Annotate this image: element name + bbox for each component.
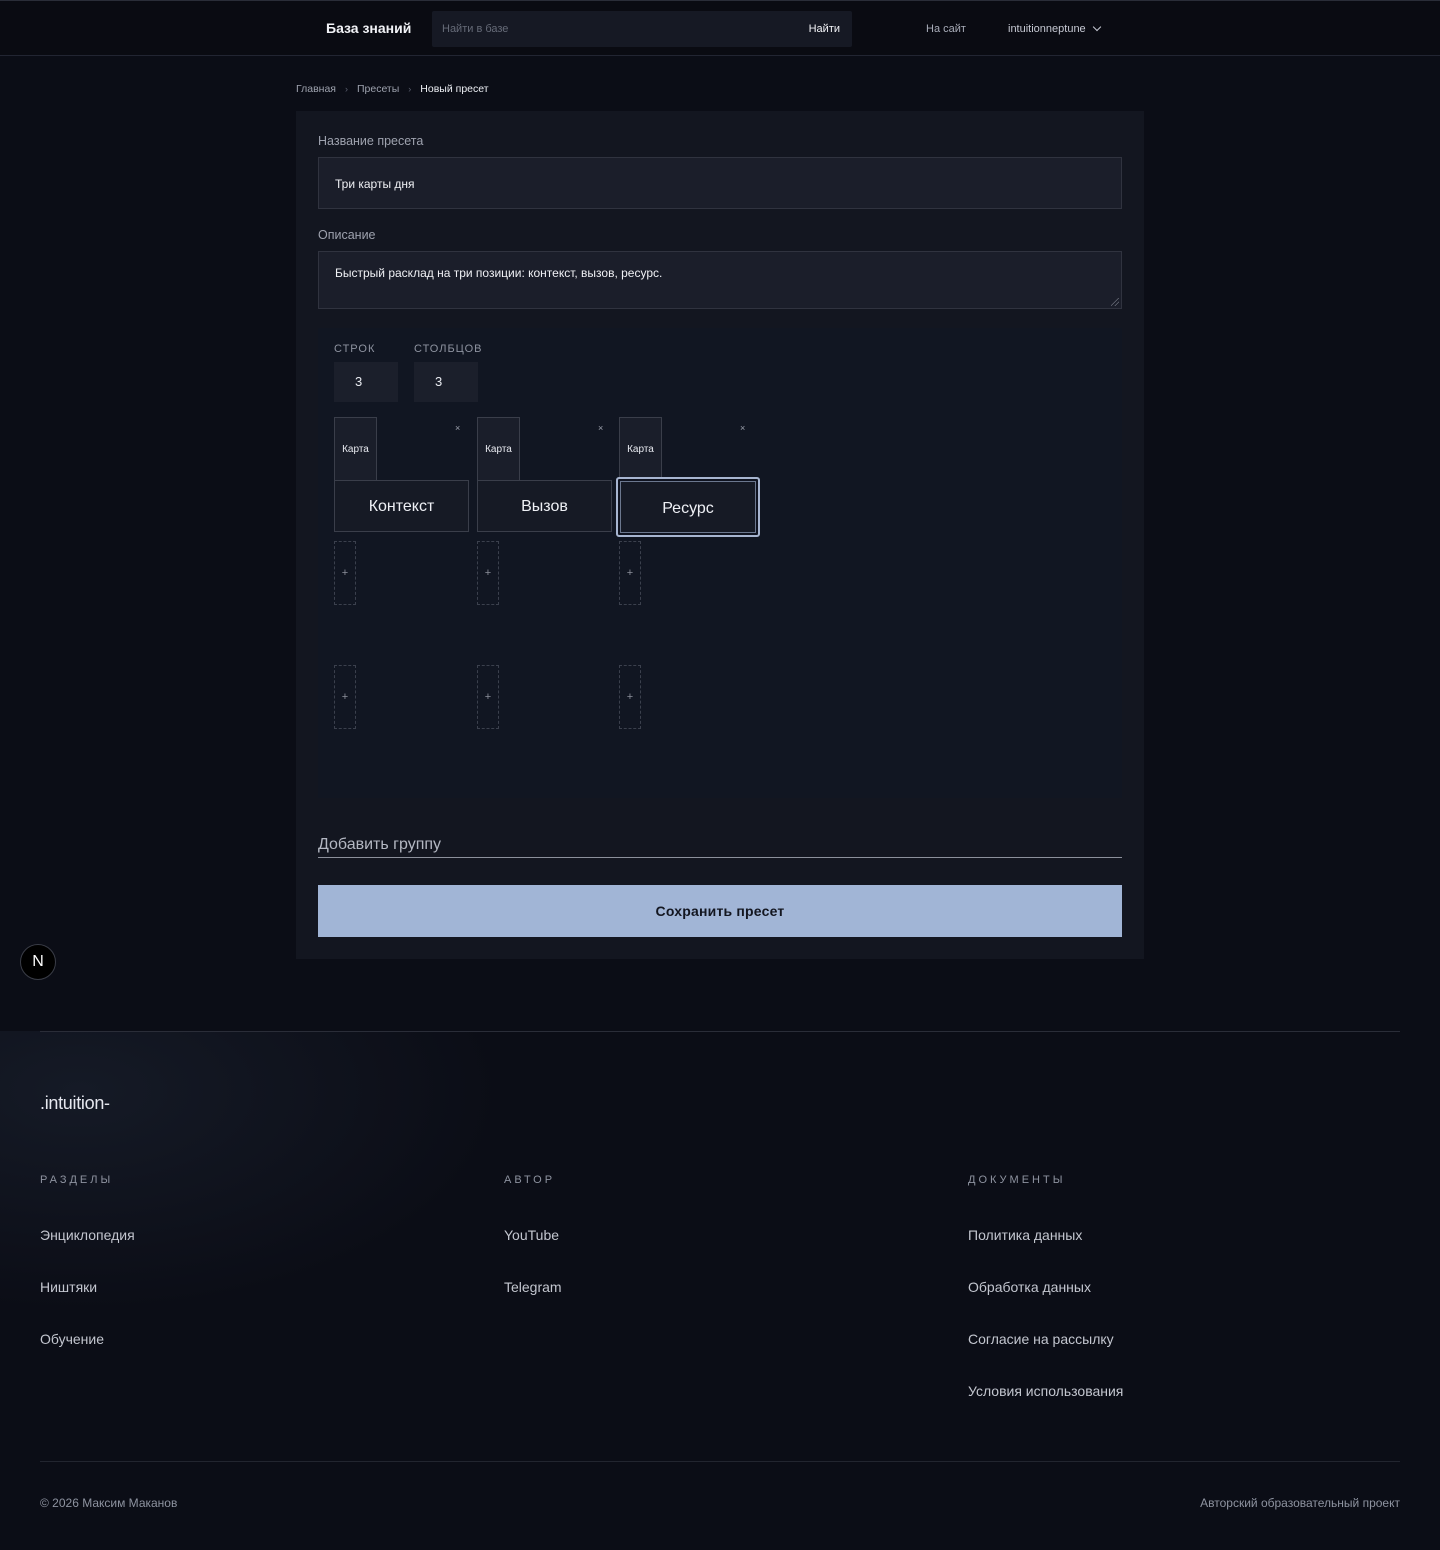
- add-slot-button[interactable]: +: [334, 541, 356, 605]
- footer-link[interactable]: YouTube: [504, 1227, 559, 1243]
- description-text: Быстрый расклад на три позиции: контекст…: [335, 266, 663, 280]
- name-label: Название пресета: [318, 134, 424, 148]
- top-bar: База знаний Найти На сайт intuitionneptu…: [0, 0, 1440, 56]
- card-tab[interactable]: Карта: [619, 417, 662, 481]
- card-tab[interactable]: Карта: [334, 417, 377, 481]
- rows-input[interactable]: 3: [334, 362, 398, 402]
- footer-divider: [40, 1031, 1400, 1032]
- search-box: Найти: [432, 11, 852, 47]
- chevron-down-icon: [1092, 22, 1101, 32]
- copyright: © 2026 Максим Маканов: [40, 1496, 178, 1510]
- close-icon[interactable]: ×: [455, 423, 460, 433]
- brand-title[interactable]: База знаний: [326, 20, 411, 36]
- add-slot-button[interactable]: +: [334, 665, 356, 729]
- n-badge-icon[interactable]: N: [20, 944, 56, 980]
- footer-logo[interactable]: .intuition-: [40, 1093, 110, 1114]
- footer: .intuition- РАЗДЕЛЫ Энциклопедия Ништяки…: [0, 1031, 1440, 1550]
- footer-heading-documents: ДОКУМЕНТЫ: [968, 1174, 1066, 1186]
- rows-label: СТРОК: [334, 343, 376, 355]
- footer-link[interactable]: Условия использования: [968, 1383, 1123, 1399]
- add-slot-button[interactable]: +: [477, 541, 499, 605]
- username: intuitionneptune: [1008, 23, 1086, 35]
- add-group-button[interactable]: Добавить группу: [318, 836, 1122, 858]
- footer-tagline: Авторский образовательный проект: [1200, 1496, 1400, 1510]
- preset-name-input[interactable]: Три карты дня: [318, 157, 1122, 209]
- position-button[interactable]: Вызов: [477, 480, 612, 532]
- position-button-active[interactable]: Ресурс: [616, 477, 760, 537]
- close-icon[interactable]: ×: [740, 423, 745, 433]
- breadcrumb-home[interactable]: Главная: [296, 83, 336, 95]
- cols-label: СТОЛБЦОВ: [414, 343, 483, 355]
- site-link[interactable]: На сайт: [926, 23, 966, 35]
- breadcrumb-separator-icon: ›: [344, 84, 348, 94]
- footer-link[interactable]: Политика данных: [968, 1227, 1082, 1243]
- user-menu[interactable]: intuitionneptune: [1008, 22, 1101, 35]
- position-button[interactable]: Контекст: [334, 480, 469, 532]
- footer-heading-author: АВТОР: [504, 1174, 556, 1186]
- breadcrumb: Главная › Пресеты › Новый пресет: [296, 83, 489, 95]
- search-button[interactable]: Найти: [809, 23, 840, 35]
- description-textarea[interactable]: Быстрый расклад на три позиции: контекст…: [318, 251, 1122, 309]
- footer-heading-sections: РАЗДЕЛЫ: [40, 1174, 114, 1186]
- resize-handle-icon[interactable]: [1111, 298, 1119, 306]
- add-slot-button[interactable]: +: [619, 665, 641, 729]
- footer-link[interactable]: Telegram: [504, 1279, 562, 1295]
- close-icon[interactable]: ×: [598, 423, 603, 433]
- add-slot-button[interactable]: +: [619, 541, 641, 605]
- add-slot-button[interactable]: +: [477, 665, 499, 729]
- card-tab[interactable]: Карта: [477, 417, 520, 481]
- footer-link[interactable]: Энциклопедия: [40, 1227, 135, 1243]
- breadcrumb-separator-icon: ›: [408, 84, 412, 94]
- description-label: Описание: [318, 228, 376, 242]
- breadcrumb-presets[interactable]: Пресеты: [357, 83, 399, 95]
- footer-link[interactable]: Обучение: [40, 1331, 104, 1347]
- layout-grid-panel: СТРОК СТОЛБЦОВ 3 3 Карта × Контекст + + …: [318, 328, 1122, 798]
- footer-link[interactable]: Обработка данных: [968, 1279, 1091, 1295]
- search-input[interactable]: [432, 11, 792, 47]
- footer-divider: [40, 1461, 1400, 1462]
- save-preset-button[interactable]: Сохранить пресет: [318, 885, 1122, 937]
- breadcrumb-current: Новый пресет: [420, 83, 489, 95]
- cols-input[interactable]: 3: [414, 362, 478, 402]
- preset-form: Название пресета Три карты дня Описание …: [296, 111, 1144, 959]
- footer-link[interactable]: Согласие на рассылку: [968, 1331, 1114, 1347]
- footer-link[interactable]: Ништяки: [40, 1279, 97, 1295]
